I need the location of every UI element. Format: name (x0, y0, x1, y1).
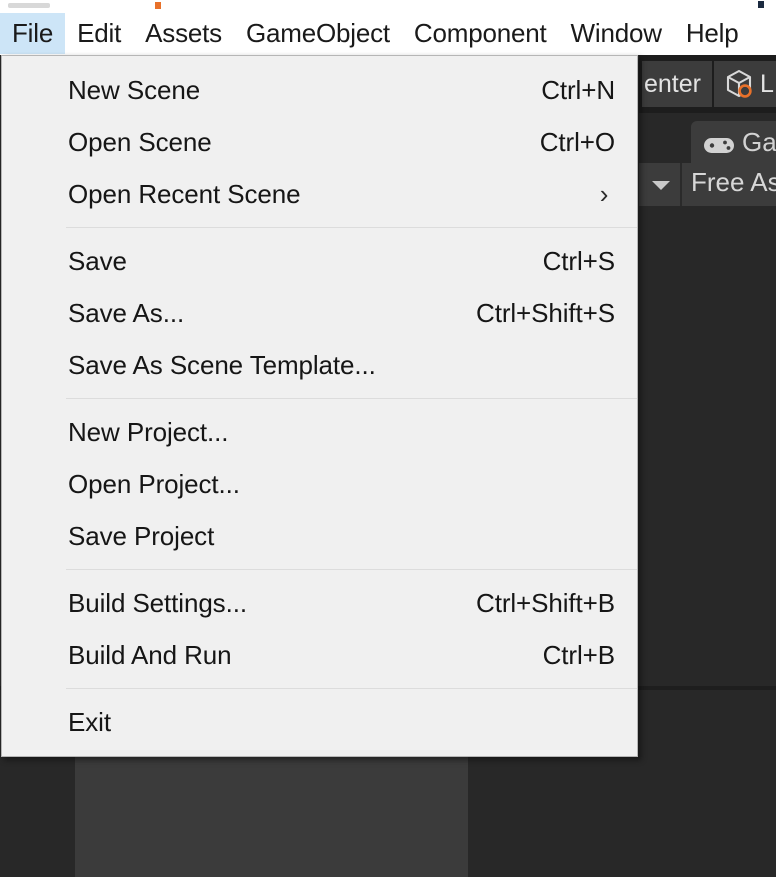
menu-item-label: New Project... (68, 417, 615, 448)
menu-item-label: Save As... (68, 298, 476, 329)
pivot-rotation-button[interactable]: enter (642, 61, 712, 107)
menubar-item-edit[interactable]: Edit (65, 13, 133, 54)
menu-item-label: Open Project... (68, 469, 615, 500)
pivot-rotation-label: enter (644, 70, 701, 99)
menubar-item-component[interactable]: Component (402, 13, 559, 54)
toolbar-ghost-control (8, 3, 50, 8)
menubar-item-help[interactable]: Help (674, 13, 751, 54)
cube-icon (722, 67, 756, 101)
menu-item-new-project[interactable]: New Project... (2, 406, 637, 458)
game-view-toolbar: Free Asp (639, 163, 776, 206)
menu-item-open-scene[interactable]: Open SceneCtrl+O (2, 116, 637, 168)
chevron-down-icon[interactable] (652, 181, 670, 190)
menu-item-shortcut: Ctrl+O (540, 127, 615, 158)
menu-item-label: Open Scene (68, 127, 540, 158)
menu-separator (66, 227, 637, 228)
top-toolbar-strip (0, 0, 776, 12)
handle-space-label: L (760, 70, 774, 99)
menubar-item-window[interactable]: Window (559, 13, 674, 54)
gamepad-icon (703, 132, 735, 153)
menu-bar-items: FileEditAssetsGameObjectComponentWindowH… (0, 12, 751, 55)
unity-editor-window: enter L (0, 0, 776, 877)
menu-item-label: Save (68, 246, 543, 277)
menubar-item-assets[interactable]: Assets (133, 13, 234, 54)
menu-item-label: Save As Scene Template... (68, 350, 615, 381)
menu-item-save-as[interactable]: Save As...Ctrl+Shift+S (2, 287, 637, 339)
game-view-header: Gam Free Asp (639, 113, 776, 206)
menu-item-label: Open Recent Scene (68, 179, 593, 210)
chevron-right-icon: › (593, 181, 615, 207)
menu-item-open-recent-scene[interactable]: Open Recent Scene› (2, 168, 637, 220)
menubar-item-file[interactable]: File (0, 13, 65, 54)
menu-item-label: New Scene (68, 75, 541, 106)
menu-item-shortcut: Ctrl+B (543, 640, 615, 671)
tab-game-label: Gam (742, 127, 776, 158)
menu-item-shortcut: Ctrl+S (543, 246, 615, 277)
toolbar-orange-marker-icon (155, 2, 161, 9)
unity-toolbar-right-segment: enter L (639, 55, 776, 113)
toolbar-dark-marker-icon (758, 1, 764, 8)
menu-item-shortcut: Ctrl+N (541, 75, 615, 106)
menu-item-shortcut: Ctrl+Shift+S (476, 298, 615, 329)
toolbar-divider (680, 163, 682, 206)
menu-separator (66, 569, 637, 570)
menu-item-save-project[interactable]: Save Project (2, 510, 637, 562)
menu-item-build-settings[interactable]: Build Settings...Ctrl+Shift+B (2, 577, 637, 629)
menu-item-build-and-run[interactable]: Build And RunCtrl+B (2, 629, 637, 681)
menu-item-label: Save Project (68, 521, 615, 552)
menu-item-label: Build Settings... (68, 588, 476, 619)
menu-item-exit[interactable]: Exit (2, 696, 637, 748)
menu-bar: FileEditAssetsGameObjectComponentWindowH… (0, 12, 776, 55)
tab-game[interactable]: Gam (691, 121, 776, 163)
menubar-item-gameobject[interactable]: GameObject (234, 13, 402, 54)
menu-item-label: Build And Run (68, 640, 543, 671)
file-menu-dropdown: New SceneCtrl+NOpen SceneCtrl+OOpen Rece… (1, 55, 638, 757)
menu-item-shortcut: Ctrl+Shift+B (476, 588, 615, 619)
menu-item-new-scene[interactable]: New SceneCtrl+N (2, 64, 637, 116)
menu-item-open-project[interactable]: Open Project... (2, 458, 637, 510)
menu-separator (66, 688, 637, 689)
menu-item-save-as-scene-template[interactable]: Save As Scene Template... (2, 339, 637, 391)
handle-space-button[interactable]: L (714, 61, 776, 107)
menu-item-label: Exit (68, 707, 615, 738)
aspect-ratio-dropdown[interactable]: Free Asp (691, 167, 776, 198)
menu-item-save[interactable]: SaveCtrl+S (2, 235, 637, 287)
menu-separator (66, 398, 637, 399)
